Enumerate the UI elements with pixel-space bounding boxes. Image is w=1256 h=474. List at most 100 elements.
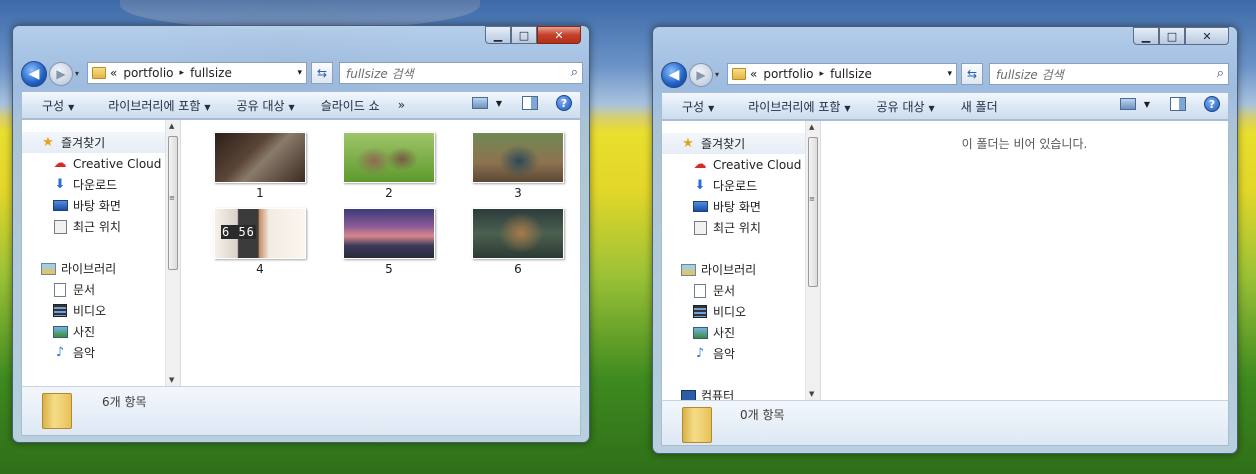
nav-downloads[interactable]: ⬇ 다운로드 xyxy=(692,175,758,196)
file-label-2[interactable]: 2 xyxy=(343,186,435,200)
scroll-down-arrow-icon[interactable]: ▼ xyxy=(169,376,174,384)
nav-libraries[interactable]: 라이브러리 xyxy=(40,258,116,279)
breadcrumb-fullsize[interactable]: fullsize xyxy=(190,66,232,80)
file-list[interactable]: 이 폴더는 비어 있습니다. xyxy=(821,121,1228,400)
close-button[interactable]: ✕ xyxy=(1185,27,1229,45)
scroll-up-arrow-icon[interactable]: ▲ xyxy=(809,123,814,131)
view-dropdown-icon[interactable]: ▼ xyxy=(496,99,502,108)
breadcrumb-portfolio[interactable]: portfolio xyxy=(123,66,173,80)
new-folder-button[interactable]: 새 폴더 xyxy=(953,98,1006,115)
chevron-down-icon: ▼ xyxy=(708,103,715,113)
minimize-button[interactable]: ▁ xyxy=(485,26,511,44)
scrollbar-thumb[interactable] xyxy=(168,136,178,270)
preview-pane-icon[interactable] xyxy=(522,96,538,110)
nav-computer[interactable]: 컴퓨터 xyxy=(680,385,734,400)
explorer-window-left[interactable]: ▁ □ ✕ ◀ ▶ ▾ « portfolio ▸ fullsize ▾ ⇆ f… xyxy=(12,25,590,443)
thumbnail-3[interactable] xyxy=(472,132,564,183)
change-view-icon[interactable] xyxy=(1119,98,1136,110)
recent-pages-dropdown[interactable]: ▾ xyxy=(715,70,719,79)
slideshow-button[interactable]: 슬라이드 쇼 xyxy=(313,97,388,114)
search-input[interactable]: fullsize 검색 ⌕ xyxy=(339,62,583,84)
chevron-down-icon: ▼ xyxy=(928,103,935,113)
nav-videos[interactable]: 비디오 xyxy=(52,300,106,321)
nav-favorites[interactable]: ★ 즐겨찾기 xyxy=(22,132,165,153)
nav-recent-places[interactable]: 최근 위치 xyxy=(692,217,761,238)
thumbnail-5[interactable] xyxy=(343,208,435,259)
navigation-pane[interactable]: ★ 즐겨찾기 ☁ Creative Cloud F ⬇ 다운로드 바탕 화면 최근 위… xyxy=(22,120,180,386)
back-button[interactable]: ◀ xyxy=(21,61,47,87)
nav-documents[interactable]: 문서 xyxy=(692,280,735,301)
scroll-down-arrow-icon[interactable]: ▼ xyxy=(809,390,814,398)
help-icon[interactable]: ? xyxy=(556,95,572,111)
breadcrumb-arrow-icon[interactable]: ▸ xyxy=(820,69,825,79)
minimize-button[interactable]: ▁ xyxy=(1133,27,1159,45)
nav-scrollbar[interactable]: ▲ ≡ ▼ xyxy=(805,121,820,400)
preview-pane-icon[interactable] xyxy=(1170,97,1186,111)
organize-menu[interactable]: 구성 ▼ xyxy=(34,97,82,114)
nav-desktop[interactable]: 바탕 화면 xyxy=(692,196,761,217)
file-label-6[interactable]: 6 xyxy=(472,262,564,276)
address-bar[interactable]: « portfolio ▸ fullsize ▾ xyxy=(87,62,307,84)
breadcrumb-arrow-icon[interactable]: ▸ xyxy=(180,68,185,78)
scrollbar-thumb[interactable] xyxy=(808,137,818,287)
search-icon[interactable]: ⌕ xyxy=(571,65,578,80)
organize-menu[interactable]: 구성 ▼ xyxy=(674,98,722,115)
search-input[interactable]: fullsize 검색 ⌕ xyxy=(989,63,1229,85)
close-button[interactable]: ✕ xyxy=(537,26,581,44)
nav-desktop[interactable]: 바탕 화면 xyxy=(52,195,121,216)
explorer-window-right[interactable]: ▁ □ ✕ ◀ ▶ ▾ « portfolio ▸ fullsize ▾ ⇆ f… xyxy=(652,26,1238,454)
thumbnail-4[interactable]: 6 56 xyxy=(214,208,306,259)
nav-videos[interactable]: 비디오 xyxy=(692,301,746,322)
recent-pages-dropdown[interactable]: ▾ xyxy=(75,69,79,78)
forward-button[interactable]: ▶ xyxy=(689,63,713,87)
nav-scrollbar[interactable]: ▲ ≡ ▼ xyxy=(165,120,180,386)
thumbnail-6[interactable] xyxy=(472,208,564,259)
breadcrumb-portfolio[interactable]: portfolio xyxy=(763,67,813,81)
nav-pictures[interactable]: 사진 xyxy=(692,322,735,343)
maximize-button[interactable]: □ xyxy=(1159,27,1185,45)
include-in-library-menu[interactable]: 라이브러리에 포함 ▼ xyxy=(740,98,858,115)
scroll-up-arrow-icon[interactable]: ▲ xyxy=(169,122,174,130)
nav-pictures[interactable]: 사진 xyxy=(52,321,95,342)
nav-documents[interactable]: 문서 xyxy=(52,279,95,300)
music-icon: ♪ xyxy=(55,345,65,360)
include-in-library-menu[interactable]: 라이브러리에 포함 ▼ xyxy=(100,97,218,114)
nav-downloads-label: 다운로드 xyxy=(73,178,118,192)
refresh-button[interactable]: ⇆ xyxy=(311,62,333,84)
details-pane: 6개 항목 xyxy=(21,386,581,436)
nav-music[interactable]: ♪ 음악 xyxy=(692,343,735,364)
file-list[interactable]: 1 2 3 6 56 4 5 6 xyxy=(181,120,580,386)
forward-button[interactable]: ▶ xyxy=(49,62,73,86)
file-label-3[interactable]: 3 xyxy=(472,186,564,200)
help-icon[interactable]: ? xyxy=(1204,96,1220,112)
nav-creative-cloud[interactable]: ☁ Creative Cloud F xyxy=(692,154,813,175)
maximize-button[interactable]: □ xyxy=(511,26,537,44)
share-with-menu[interactable]: 공유 대상 ▼ xyxy=(869,98,943,115)
file-label-1[interactable]: 1 xyxy=(214,186,306,200)
share-with-menu[interactable]: 공유 대상 ▼ xyxy=(229,97,303,114)
nav-libraries[interactable]: 라이브러리 xyxy=(680,259,756,280)
thumbnail-2[interactable] xyxy=(343,132,435,183)
address-chevron[interactable]: « xyxy=(750,67,757,81)
nav-creative-cloud[interactable]: ☁ Creative Cloud F xyxy=(52,153,173,174)
back-button[interactable]: ◀ xyxy=(661,62,687,88)
navigation-pane[interactable]: ★ 즐겨찾기 ☁ Creative Cloud F ⬇ 다운로드 바탕 화면 최근 위… xyxy=(662,121,820,400)
nav-favorites[interactable]: ★ 즐겨찾기 xyxy=(662,133,805,154)
address-dropdown-icon[interactable]: ▾ xyxy=(297,68,302,78)
file-label-5[interactable]: 5 xyxy=(343,262,435,276)
address-bar[interactable]: « portfolio ▸ fullsize ▾ xyxy=(727,63,957,85)
breadcrumb-fullsize[interactable]: fullsize xyxy=(830,67,872,81)
nav-recent-places[interactable]: 최근 위치 xyxy=(52,216,121,237)
view-dropdown-icon[interactable]: ▼ xyxy=(1144,100,1150,109)
refresh-button[interactable]: ⇆ xyxy=(961,63,983,85)
file-label-4[interactable]: 4 xyxy=(214,262,306,276)
address-chevron[interactable]: « xyxy=(110,66,117,80)
nav-music[interactable]: ♪ 음악 xyxy=(52,342,95,363)
change-view-icon[interactable] xyxy=(471,97,488,109)
nav-downloads[interactable]: ⬇ 다운로드 xyxy=(52,174,118,195)
folder-icon xyxy=(42,393,72,429)
toolbar-overflow-button[interactable]: » xyxy=(390,98,413,112)
search-icon[interactable]: ⌕ xyxy=(1217,66,1224,81)
address-dropdown-icon[interactable]: ▾ xyxy=(947,69,952,79)
thumbnail-1[interactable] xyxy=(214,132,306,183)
